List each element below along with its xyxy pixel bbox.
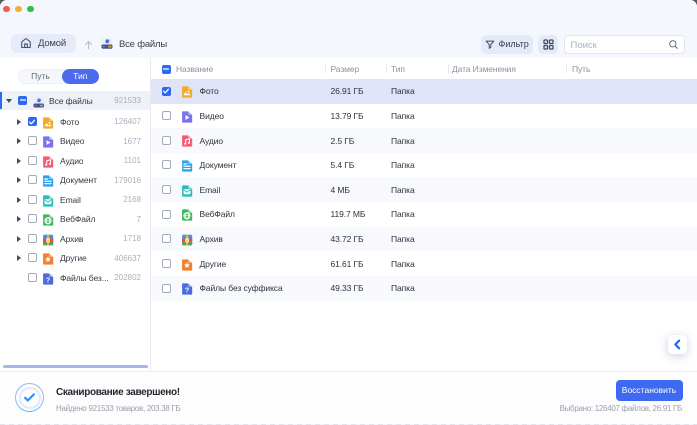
svg-text:?: ? bbox=[46, 277, 50, 284]
svg-text:?: ? bbox=[184, 288, 188, 295]
